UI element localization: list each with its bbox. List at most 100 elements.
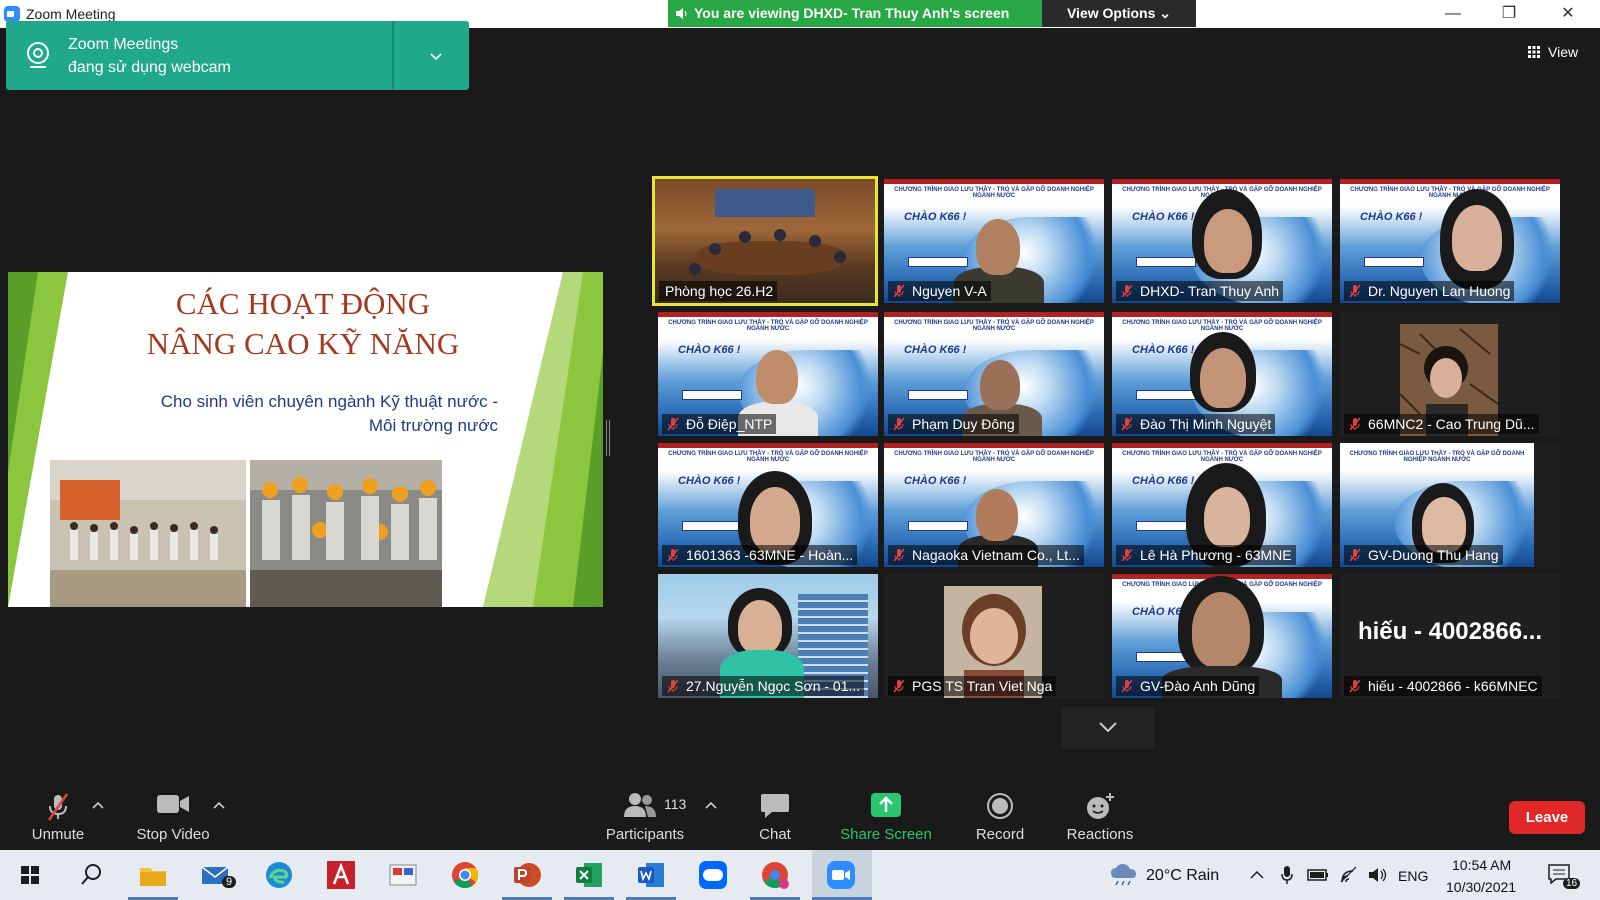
autocad-icon[interactable]	[326, 860, 356, 890]
video-tile[interactable]: CHƯƠNG TRÌNH GIAO LƯU THẦY - TRÒ VÀ GẶP …	[1340, 443, 1560, 567]
participant-name: Đào Thị Minh Nguyệt	[1116, 414, 1276, 434]
view-label: View	[1548, 44, 1579, 60]
muted-mic-icon	[1349, 417, 1361, 431]
participant-name: hiếu - 4002866 - k66MNEC	[1344, 676, 1542, 696]
notification-message: đang sử dụng webcam	[68, 59, 231, 76]
unikey-icon[interactable]	[388, 860, 418, 890]
file-explorer-icon[interactable]	[138, 860, 168, 890]
participants-button[interactable]: Participants	[600, 780, 690, 848]
minimize-button[interactable]: —	[1443, 4, 1463, 24]
grid-icon	[1528, 46, 1540, 58]
slide-title-line2: NÂNG CAO KỸ NĂNG	[146, 326, 460, 361]
notification-divider	[392, 21, 394, 90]
powerpoint-icon[interactable]	[512, 860, 542, 890]
chat-button[interactable]: Chat	[735, 780, 815, 848]
participant-name: 66MNC2 - Cao Trung Dũ...	[1344, 414, 1539, 434]
wifi-icon[interactable]	[1339, 865, 1359, 883]
chrome-profile-icon[interactable]	[760, 860, 790, 890]
participant-name: Phạm Duy Đông	[888, 414, 1019, 434]
muted-mic-icon	[667, 417, 679, 431]
video-tile[interactable]: CHƯƠNG TRÌNH GIAO LƯU THẦY - TRÒ VÀ GẶP …	[1112, 312, 1332, 436]
muted-mic-icon	[893, 284, 905, 298]
chevron-down-icon[interactable]	[429, 49, 443, 63]
video-tile[interactable]: PGS TS Tran Viet Nga	[884, 574, 1104, 698]
search-icon[interactable]	[76, 860, 106, 890]
excel-icon[interactable]	[574, 860, 604, 890]
video-tile[interactable]: CHƯƠNG TRÌNH GIAO LƯU THẦY - TRÒ VÀ GẶP …	[884, 312, 1104, 436]
stop-video-button[interactable]: Stop Video	[128, 780, 218, 848]
zalo-icon[interactable]	[698, 860, 728, 890]
volume-icon[interactable]	[1368, 866, 1388, 884]
window-title: Zoom Meeting	[26, 6, 116, 22]
muted-mic-icon	[47, 793, 69, 821]
close-button[interactable]: ✕	[1558, 4, 1578, 24]
caret-up-icon[interactable]	[212, 800, 226, 810]
weather-rain-icon	[1111, 864, 1136, 886]
caret-up-icon[interactable]	[704, 800, 718, 810]
participant-name: Phòng học 26.H2	[659, 281, 778, 301]
share-screen-button[interactable]: Share Screen	[836, 780, 936, 848]
battery-icon[interactable]	[1307, 869, 1329, 881]
weather-text[interactable]: 20°C Rain	[1146, 867, 1219, 885]
microphone-icon[interactable]	[1280, 865, 1294, 885]
muted-mic-icon	[1121, 548, 1133, 562]
clock-time[interactable]: 10:54 AM	[1452, 857, 1511, 873]
muted-mic-icon	[893, 417, 905, 431]
participant-name: PGS TS Tran Viet Nga	[888, 676, 1057, 696]
restore-button[interactable]: ❐	[1499, 4, 1519, 24]
video-tile[interactable]: Phòng học 26.H2	[652, 176, 878, 306]
video-tile[interactable]: hiếu - 4002866... hiếu - 4002866 - k66MN…	[1340, 574, 1560, 698]
participant-name: GV-Đào Anh Dũng	[1116, 676, 1260, 696]
video-tile[interactable]: 66MNC2 - Cao Trung Dũ...	[1340, 312, 1560, 436]
notification-app: Zoom Meetings	[68, 36, 179, 53]
video-tile[interactable]: 27.Nguyễn Ngọc Sơn - 01...	[658, 574, 878, 698]
participant-display-name: hiếu - 4002866...	[1357, 618, 1543, 645]
participant-count: 113	[664, 796, 687, 812]
video-tile[interactable]: CHƯƠNG TRÌNH GIAO LƯU THẦY - TRÒ VÀ GẶP …	[884, 443, 1104, 567]
view-button[interactable]: View	[1520, 38, 1586, 66]
video-tile[interactable]: CHƯƠNG TRÌNH GIAO LƯU THẦY - TRÒ VÀ GẶP …	[1112, 574, 1332, 698]
video-tile[interactable]: CHƯƠNG TRÌNH GIAO LƯU THẦY - TRÒ VÀ GẶP …	[658, 443, 878, 567]
next-page-button[interactable]	[1062, 707, 1155, 749]
zoom-taskbar-icon[interactable]	[826, 860, 856, 890]
unmute-label: Unmute	[31, 826, 85, 843]
leave-button[interactable]: Leave	[1509, 801, 1585, 834]
video-camera-icon	[157, 795, 189, 813]
slide-photo-workers	[250, 460, 442, 607]
video-tile[interactable]: CHƯƠNG TRÌNH GIAO LƯU THẦY - TRÒ VÀ GẶP …	[1112, 443, 1332, 567]
edge-browser-icon[interactable]	[264, 860, 294, 890]
participant-name: DHXD- Tran Thuy Anh	[1116, 281, 1284, 301]
webcam-notification[interactable]: Zoom Meetings đang sử dụng webcam	[6, 21, 469, 90]
video-tile[interactable]: CHƯƠNG TRÌNH GIAO LƯU THẦY - TRÒ VÀ GẶP …	[884, 179, 1104, 303]
slide-photo-group	[50, 460, 246, 607]
notification-count: 16	[1563, 878, 1581, 889]
word-icon[interactable]	[636, 860, 666, 890]
caret-up-icon[interactable]	[91, 800, 105, 810]
chat-icon	[761, 794, 789, 818]
viewing-text: You are viewing DHXD- Tran Thuy Anh's sc…	[694, 5, 1010, 21]
split-view-handle[interactable]	[606, 420, 610, 456]
view-options-button[interactable]: View Options ⌄	[1042, 0, 1196, 27]
reactions-button[interactable]: Reactions	[1055, 780, 1145, 848]
meeting-toolbar: Unmute Stop Video Participants 113 Chat …	[0, 780, 1600, 848]
shared-screen[interactable]: CÁC HOẠT ĐỘNG NÂNG CAO KỸ NĂNG Cho sinh …	[8, 272, 603, 607]
record-button[interactable]: Record	[955, 780, 1045, 848]
chrome-icon[interactable]	[450, 860, 480, 890]
mail-badge: 9	[222, 876, 237, 888]
language-indicator[interactable]: ENG	[1398, 868, 1428, 884]
video-tile[interactable]: CHƯƠNG TRÌNH GIAO LƯU THẦY - TRÒ VÀ GẶP …	[658, 312, 878, 436]
clock-date[interactable]: 10/30/2021	[1446, 879, 1516, 895]
participant-name: Nguyen V-A	[888, 281, 991, 301]
participant-name: 27.Nguyễn Ngọc Sơn - 01...	[662, 676, 865, 696]
video-tile[interactable]: CHƯƠNG TRÌNH GIAO LƯU THẦY - TRÒ VÀ GẶP …	[1340, 179, 1560, 303]
zoom-app-icon	[4, 6, 20, 22]
viewing-screen-banner: You are viewing DHXD- Tran Thuy Anh's sc…	[668, 0, 1042, 27]
slide-subtitle-line1: Cho sinh viên chuyên ngành Kỹ thuật nước…	[160, 392, 498, 411]
video-tile[interactable]: CHƯƠNG TRÌNH GIAO LƯU THẦY - TRÒ VÀ GẶP …	[1112, 179, 1332, 303]
share-screen-label: Share Screen	[840, 826, 932, 843]
chat-label: Chat	[759, 826, 791, 843]
windows-taskbar: 9	[0, 850, 1600, 900]
windows-start-icon[interactable]	[15, 860, 45, 890]
chevron-up-icon[interactable]	[1249, 868, 1265, 882]
unmute-button[interactable]: Unmute	[18, 780, 98, 848]
